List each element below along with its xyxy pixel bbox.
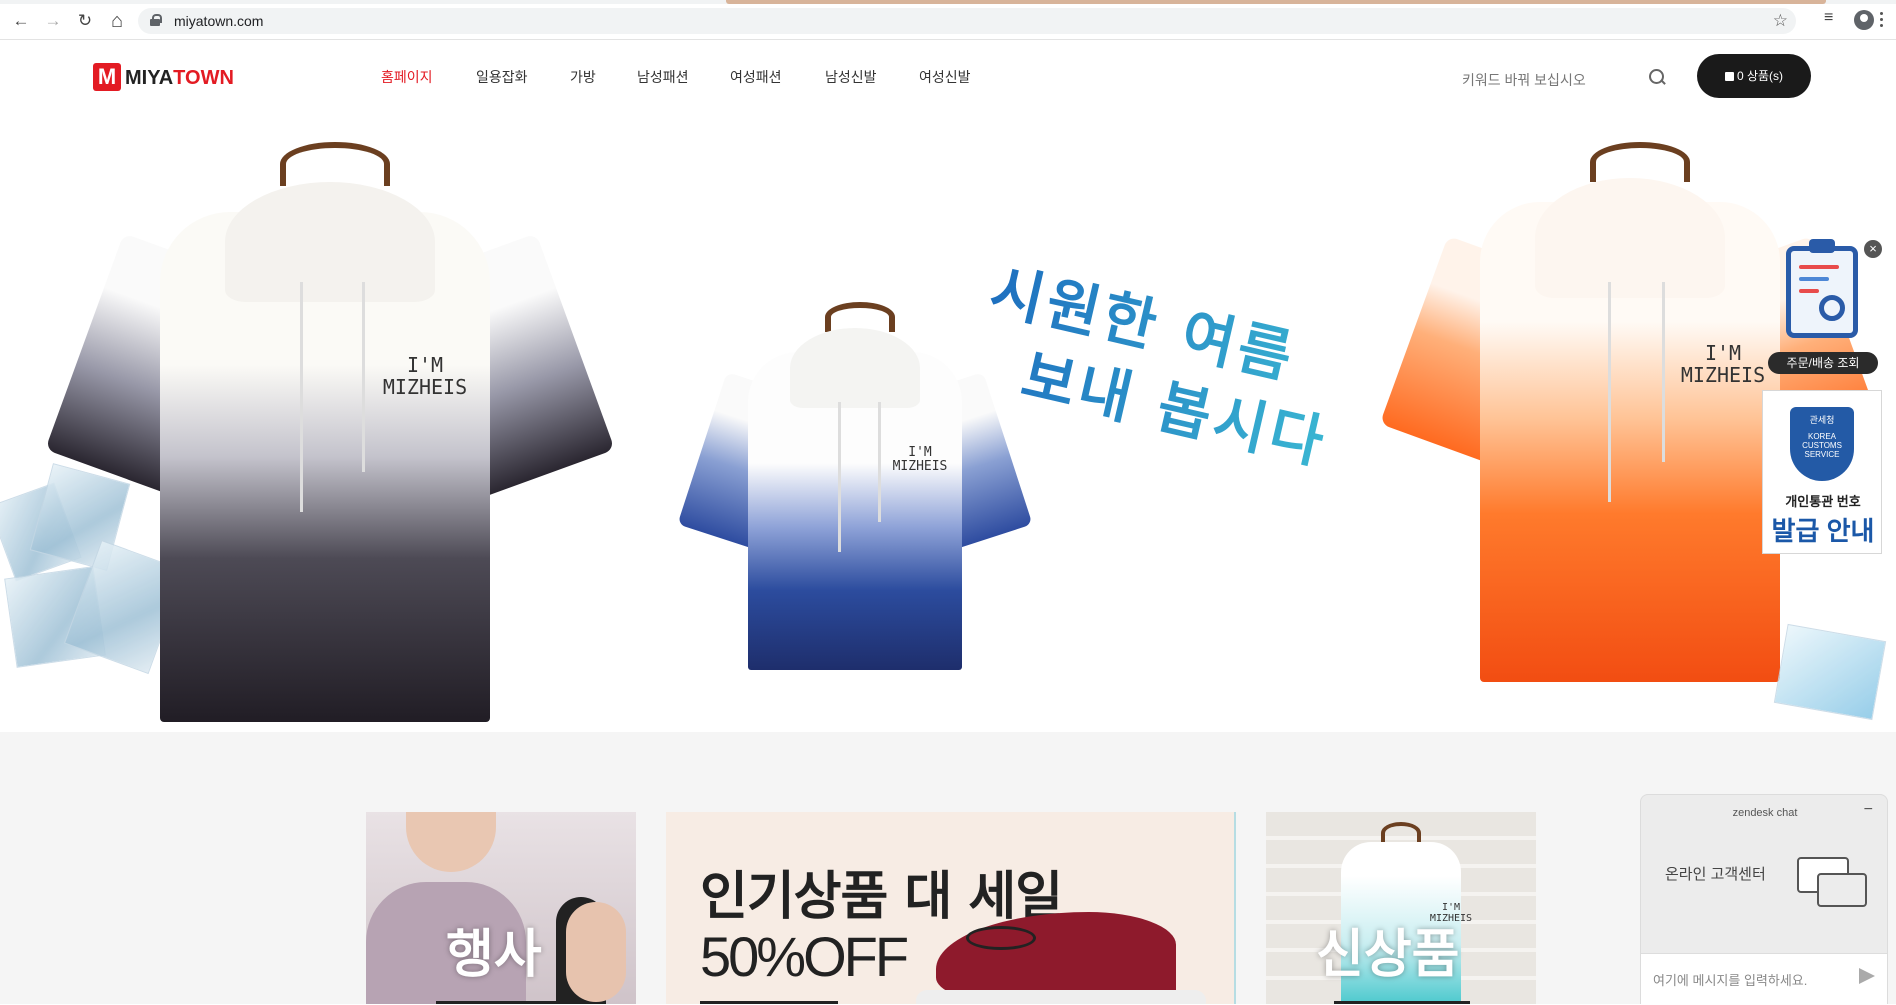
clipboard-line: [1799, 277, 1829, 281]
chat-body-text: 온라인 고객센터: [1665, 866, 1766, 883]
promo-card-title: 행사: [446, 925, 542, 985]
chat-bubbles-icon: [1797, 857, 1867, 911]
clipboard-line: [1799, 265, 1839, 269]
promo-sale-discount: 50%OFF: [700, 925, 909, 988]
sneaker-sole: [916, 990, 1206, 1004]
customs-id-banner[interactable]: 관세청 KOREA CUSTOMS SERVICE 개인통관 번호 발급 안내: [1762, 390, 1882, 554]
shirt-print: I'M MIZHEIS: [1680, 341, 1766, 387]
drawstring: [362, 282, 365, 472]
hoodie-black-image: I'M MIZHEIS: [45, 142, 615, 722]
shirt-print: I'M MIZHEIS: [892, 445, 948, 475]
hoodie-orange-image: I'M MIZHEIS: [1379, 142, 1881, 702]
menu-item-home[interactable]: 홈페이지: [381, 67, 433, 87]
order-clipboard-icon[interactable]: [1786, 239, 1858, 338]
clipboard-clip: [1809, 239, 1835, 253]
hero-headline: 시원한 여름 보내 봅시다: [966, 252, 1352, 481]
korea-customs-emblem: 관세청 KOREA CUSTOMS SERVICE: [1790, 407, 1854, 481]
search-icon[interactable]: [1648, 68, 1666, 86]
water-splash-image: [1773, 623, 1887, 721]
search-input[interactable]: 키워드 바꿔 보십시오: [1462, 70, 1586, 90]
chat-input[interactable]: 여기에 메시지를 입력하세요.: [1641, 953, 1887, 1005]
customs-line-2: 발급 안내: [1771, 516, 1875, 546]
back-icon[interactable]: ←: [10, 10, 32, 32]
hood: [790, 328, 920, 408]
sneaker-upper: [936, 912, 1176, 1002]
chat-title: zendesk chat: [1732, 807, 1798, 819]
address-bar[interactable]: miyatown.com ☆: [138, 8, 1796, 34]
cart-button[interactable]: 0 상품(s): [1697, 54, 1811, 98]
promo-card-new[interactable]: I'M MIZHEIS 신상품: [1266, 812, 1536, 1004]
logo-mark: M: [93, 63, 121, 91]
drawstring: [838, 402, 841, 552]
drawstring: [1662, 282, 1665, 462]
reading-list-icon[interactable]: ≡: [1824, 9, 1833, 27]
hanger: [1590, 142, 1690, 182]
minimize-icon[interactable]: −: [1864, 801, 1873, 819]
forward-icon[interactable]: →: [42, 10, 64, 32]
logo-text-miya: MIYA: [125, 67, 174, 89]
close-icon[interactable]: ×: [1864, 240, 1882, 258]
logo-text-town: TOWN: [173, 67, 234, 89]
chat-input-placeholder: 여기에 메시지를 입력하세요.: [1653, 973, 1808, 988]
active-tab[interactable]: [726, 0, 1826, 4]
chat-widget: zendesk chat − 온라인 고객센터 여기에 메시지를 입력하세요.: [1640, 794, 1888, 1005]
order-lookup-button[interactable]: 주문/배송 조회: [1768, 352, 1878, 374]
url-text[interactable]: miyatown.com: [174, 13, 263, 29]
shopping-bag-icon: [1724, 72, 1734, 81]
menu-item-men-shoes[interactable]: 남성신발: [825, 67, 877, 87]
model-image: [566, 902, 626, 1002]
menu-item-women-shoes[interactable]: 여성신발: [919, 67, 971, 87]
hood: [225, 182, 435, 302]
menu-item-women-fashion[interactable]: 여성패션: [730, 67, 782, 87]
profile-avatar-icon[interactable]: [1854, 10, 1874, 30]
customs-line-1: 개인통관 번호: [1785, 494, 1861, 509]
magnifier-icon: [1819, 295, 1845, 321]
drawstring: [1608, 282, 1611, 502]
promo-card-sale[interactable]: 인기상품 대 세일 50%OFF: [666, 812, 1236, 1004]
menu-item-bags[interactable]: 가방: [570, 67, 596, 87]
hero-banner[interactable]: I'M MIZHEIS I'M MIZHEIS 시원한 여름 보내 봅시다 I'…: [0, 112, 1896, 732]
menu-item-daily-goods[interactable]: 일용잡화: [476, 67, 528, 87]
drawstring: [300, 282, 303, 512]
hanger: [1381, 822, 1421, 844]
site-header: M MIYATOWN 홈페이지 일용잡화 가방 남성패션 여성패션 남성신발 여…: [0, 40, 1896, 112]
clipboard-line: [1799, 289, 1819, 293]
hood: [1535, 178, 1725, 298]
promo-card-title: 신상품: [1316, 925, 1460, 985]
lock-icon[interactable]: [150, 14, 162, 26]
sneaker-lace: [966, 926, 1036, 950]
browser-menu-icon[interactable]: [1880, 10, 1884, 30]
sneaker-image: [906, 912, 1206, 1004]
hanger: [280, 142, 390, 186]
customs-badge-en: KOREA CUSTOMS SERVICE: [1802, 432, 1842, 459]
promo-card-event[interactable]: 행사: [366, 812, 636, 1004]
reload-icon[interactable]: ↻: [74, 10, 96, 32]
cart-label: 0 상품(s): [1736, 69, 1784, 83]
bookmark-star-icon[interactable]: ☆: [1773, 11, 1788, 31]
home-icon[interactable]: ⌂: [106, 10, 128, 32]
shirt-print: I'M MIZHEIS: [382, 353, 468, 399]
tab-strip: [0, 0, 1896, 4]
model-image: [406, 812, 496, 872]
logo-text: MIYATOWN: [125, 67, 234, 90]
customs-badge-ko: 관세청: [1809, 415, 1835, 425]
send-icon[interactable]: [1859, 968, 1875, 984]
browser-toolbar: ← → ↻ ⌂ miyatown.com ☆ ≡: [0, 0, 1896, 40]
hoodie-blue-image: I'M MIZHEIS: [677, 302, 1033, 682]
menu-item-men-fashion[interactable]: 남성패션: [637, 67, 689, 87]
